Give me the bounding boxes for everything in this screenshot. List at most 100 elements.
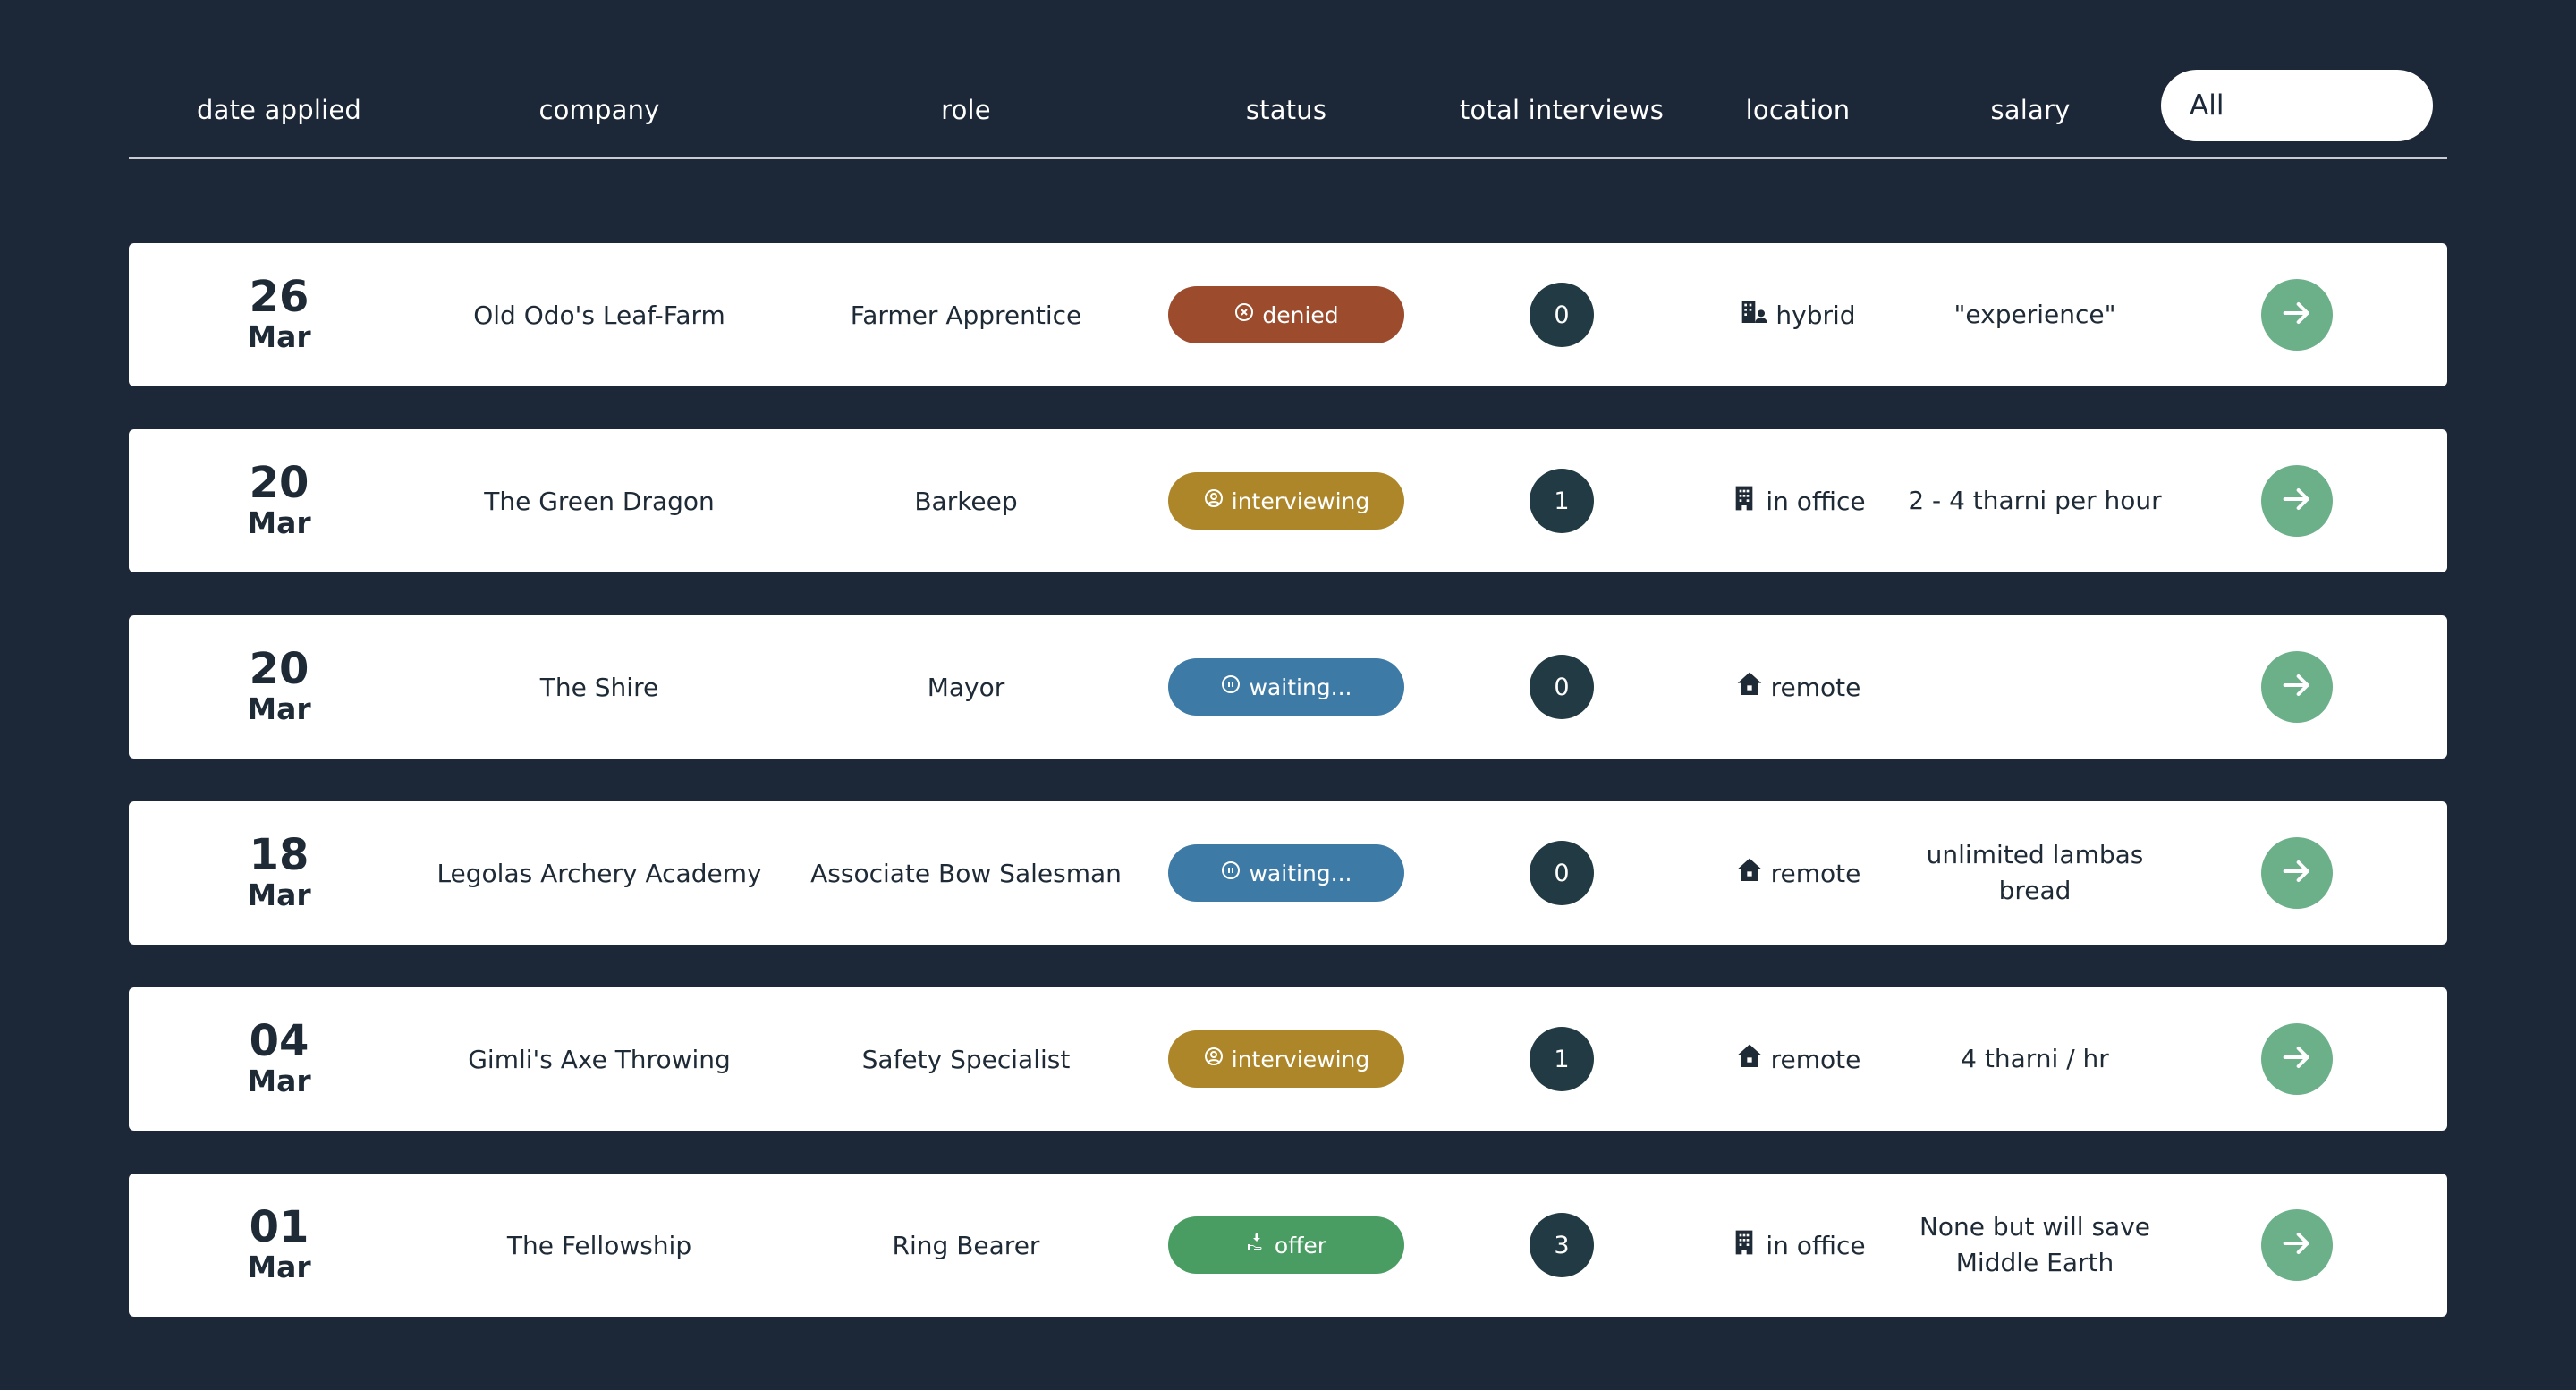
open-application-button[interactable] <box>2261 1023 2333 1095</box>
arrow-right-icon <box>2279 853 2315 893</box>
location-label: remote <box>1770 672 1861 702</box>
header-salary[interactable]: salary <box>1914 63 2147 157</box>
salary-value: 4 tharni / hr <box>1961 1044 2109 1073</box>
date-cell: 01 Mar <box>129 1174 429 1317</box>
location-label: hybrid <box>1775 300 1856 330</box>
status-label: interviewing <box>1231 1046 1370 1072</box>
salary-value: "experience" <box>1953 300 2116 329</box>
header-location[interactable]: location <box>1682 63 1914 157</box>
arrow-right-icon <box>2279 1039 2315 1079</box>
interview-count-badge: 3 <box>1530 1213 1594 1277</box>
application-row[interactable]: 20 Mar The Shire Mayor waiting... 0 remo… <box>129 615 2447 759</box>
company-name: Old Odo's Leaf-Farm <box>473 300 725 330</box>
open-application-button[interactable] <box>2261 651 2333 723</box>
company-name: Gimli's Axe Throwing <box>468 1044 731 1074</box>
role-name: Safety Specialist <box>861 1044 1071 1074</box>
date-month: Mar <box>247 1250 311 1284</box>
location-cell: hybrid <box>1682 243 1914 386</box>
x-circle-icon <box>1233 301 1255 328</box>
pause-circle-icon <box>1220 860 1241 886</box>
status-badge: offer <box>1168 1216 1404 1274</box>
date-cell: 20 Mar <box>129 615 429 759</box>
arrow-right-icon <box>2279 481 2315 521</box>
hand-offer-icon <box>1246 1232 1267 1259</box>
table-header: date applied company role status total i… <box>129 63 2447 159</box>
salary-value: None but will save Middle Earth <box>1919 1212 2151 1277</box>
date-month: Mar <box>247 319 311 354</box>
status-label: denied <box>1262 301 1339 328</box>
open-application-button[interactable] <box>2261 837 2333 909</box>
status-label: offer <box>1274 1232 1327 1259</box>
date-month: Mar <box>247 505 311 540</box>
date-day: 04 <box>249 1016 309 1066</box>
pause-circle-icon <box>1220 674 1241 700</box>
status-label: interviewing <box>1231 487 1370 514</box>
salary-value <box>1905 615 2165 759</box>
arrow-right-icon <box>2279 295 2315 335</box>
header-total-interviews[interactable]: total interviews <box>1440 63 1683 157</box>
date-day: 26 <box>249 272 309 322</box>
location-label: in office <box>1766 1230 1866 1260</box>
interview-count-badge: 1 <box>1530 469 1594 533</box>
application-row[interactable]: 20 Mar The Green Dragon Barkeep intervie… <box>129 429 2447 572</box>
building-icon <box>1730 1228 1758 1263</box>
date-cell: 04 Mar <box>129 987 429 1131</box>
date-month: Mar <box>247 877 311 912</box>
status-label: waiting... <box>1249 860 1352 886</box>
salary-value: 2 - 4 tharni per hour <box>1908 486 2162 515</box>
role-name: Associate Bow Salesman <box>810 858 1122 888</box>
role-name: Mayor <box>927 672 1005 702</box>
status-label: waiting... <box>1249 674 1352 700</box>
building-person-icon <box>1740 298 1768 333</box>
status-filter-select[interactable]: All <box>2161 70 2433 141</box>
interview-count-badge: 0 <box>1530 283 1594 347</box>
interview-count-badge: 0 <box>1530 655 1594 719</box>
location-label: remote <box>1770 858 1861 888</box>
person-circle-icon <box>1203 487 1224 514</box>
location-cell: remote <box>1682 987 1914 1131</box>
date-day: 20 <box>249 458 309 508</box>
status-badge: denied <box>1168 286 1404 343</box>
status-badge: interviewing <box>1168 472 1404 530</box>
location-cell: in office <box>1682 429 1914 572</box>
house-icon <box>1735 670 1764 705</box>
location-cell: in office <box>1682 1174 1914 1317</box>
company-name: The Fellowship <box>506 1230 692 1260</box>
application-row[interactable]: 04 Mar Gimli's Axe Throwing Safety Speci… <box>129 987 2447 1131</box>
open-application-button[interactable] <box>2261 1209 2333 1281</box>
role-name: Ring Bearer <box>892 1230 1040 1260</box>
interview-count-badge: 1 <box>1530 1027 1594 1091</box>
header-company[interactable]: company <box>429 63 769 157</box>
role-name: Farmer Apprentice <box>850 300 1082 330</box>
open-application-button[interactable] <box>2261 465 2333 537</box>
applications-page: date applied company role status total i… <box>0 0 2576 1390</box>
location-label: in office <box>1766 486 1866 516</box>
company-name: Legolas Archery Academy <box>436 858 762 888</box>
location-label: remote <box>1770 1044 1861 1074</box>
date-cell: 18 Mar <box>129 801 429 945</box>
date-day: 20 <box>249 644 309 694</box>
company-name: The Green Dragon <box>484 486 715 516</box>
date-day: 01 <box>249 1202 309 1252</box>
role-name: Barkeep <box>914 486 1018 516</box>
header-status[interactable]: status <box>1163 63 1410 157</box>
date-month: Mar <box>247 1064 311 1098</box>
location-cell: remote <box>1682 615 1914 759</box>
location-cell: remote <box>1682 801 1914 945</box>
status-badge: interviewing <box>1168 1030 1404 1088</box>
arrow-right-icon <box>2279 1225 2315 1265</box>
application-row[interactable]: 26 Mar Old Odo's Leaf-Farm Farmer Appren… <box>129 243 2447 386</box>
header-date-applied[interactable]: date applied <box>129 63 429 157</box>
date-month: Mar <box>247 691 311 726</box>
person-circle-icon <box>1203 1046 1224 1072</box>
interview-count-badge: 0 <box>1530 841 1594 905</box>
status-badge: waiting... <box>1168 658 1404 716</box>
open-application-button[interactable] <box>2261 279 2333 351</box>
application-row[interactable]: 01 Mar The Fellowship Ring Bearer offer … <box>129 1174 2447 1317</box>
building-icon <box>1730 484 1758 519</box>
header-role[interactable]: role <box>769 63 1163 157</box>
application-row[interactable]: 18 Mar Legolas Archery Academy Associate… <box>129 801 2447 945</box>
date-cell: 20 Mar <box>129 429 429 572</box>
date-day: 18 <box>249 830 309 880</box>
company-name: The Shire <box>539 672 659 702</box>
